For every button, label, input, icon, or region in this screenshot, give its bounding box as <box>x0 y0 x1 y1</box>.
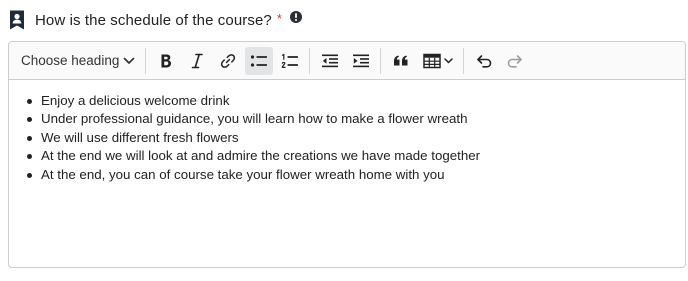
outdent-icon <box>321 53 339 69</box>
redo-button[interactable] <box>501 47 529 75</box>
bullet-icon <box>27 135 32 141</box>
bullet-icon <box>27 99 32 104</box>
chevron-down-icon <box>123 53 135 68</box>
undo-button[interactable] <box>470 47 498 75</box>
chevron-down-icon <box>443 57 453 64</box>
numbered-list-icon <box>281 53 299 69</box>
block-quote-button[interactable] <box>387 47 415 75</box>
toolbar-divider <box>463 47 464 74</box>
bullet-icon <box>27 154 32 160</box>
italic-button[interactable] <box>183 47 211 75</box>
bulleted-list-button[interactable] <box>244 46 273 75</box>
toolbar-divider <box>145 47 146 74</box>
list-item: Enjoy a delicious welcome drink <box>27 92 685 110</box>
redo-icon <box>506 54 524 68</box>
list-item: At the end we will look at and admire th… <box>27 147 685 165</box>
toolbar-divider <box>309 47 310 74</box>
info-circle-icon[interactable] <box>289 10 302 23</box>
link-icon <box>219 52 237 70</box>
quote-icon <box>393 54 409 68</box>
link-button[interactable] <box>214 47 242 75</box>
toolbar-divider <box>380 47 381 74</box>
heading-dropdown[interactable]: Choose heading <box>13 47 141 75</box>
question-header: How is the schedule of the course? * <box>8 8 302 32</box>
heading-dropdown-label: Choose heading <box>21 53 120 68</box>
bookmark-person-icon <box>8 9 26 31</box>
bullet-icon <box>27 172 32 178</box>
undo-icon <box>475 54 493 68</box>
question-title: How is the schedule of the course? <box>35 11 272 29</box>
required-marker: * <box>276 10 282 26</box>
editor-toolbar: Choose heading <box>9 42 685 80</box>
numbered-list-button[interactable] <box>276 47 304 75</box>
insert-table-button[interactable] <box>418 47 458 75</box>
editor-content[interactable]: Enjoy a delicious welcome drink Under pr… <box>9 80 685 184</box>
bullet-icon <box>27 117 32 123</box>
outdent-button[interactable] <box>316 47 344 75</box>
list-item: Under professional guidance, you will le… <box>27 110 685 128</box>
bulleted-list-icon <box>250 53 268 69</box>
rich-text-editor: Choose heading Enjoy a delicious welcome… <box>8 41 686 268</box>
italic-icon <box>190 53 204 69</box>
list-item: At the end, you can of course take your … <box>27 166 685 184</box>
bold-icon <box>159 53 173 69</box>
table-icon <box>422 53 441 69</box>
bulleted-list: Enjoy a delicious welcome drink Under pr… <box>27 92 685 184</box>
indent-button[interactable] <box>347 47 375 75</box>
indent-icon <box>352 53 370 69</box>
bold-button[interactable] <box>152 47 180 75</box>
list-item: We will use different fresh flowers <box>27 129 685 147</box>
question-block: How is the schedule of the course? * Cho… <box>0 0 688 281</box>
